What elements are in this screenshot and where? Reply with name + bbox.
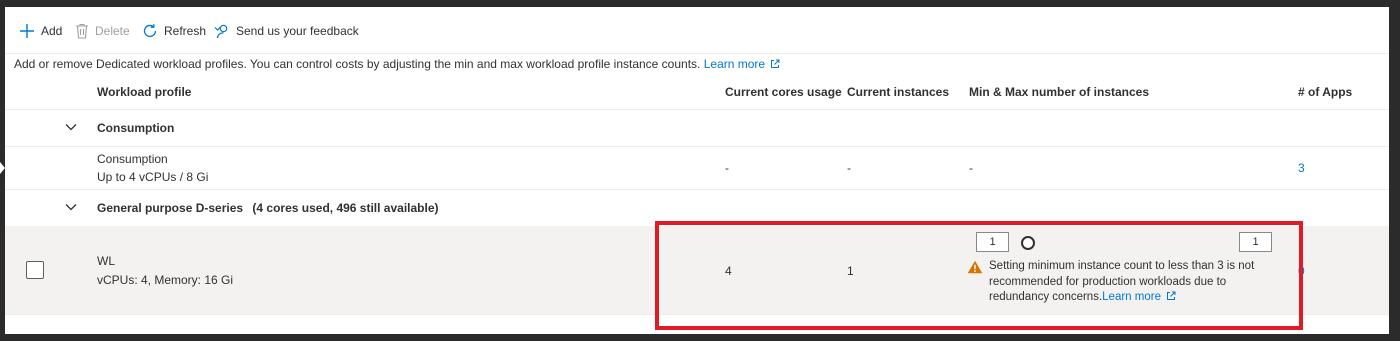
group-header-general-purpose[interactable]: General purpose D-series (4 cores used, … bbox=[5, 190, 1389, 227]
max-instances-input[interactable]: 1 bbox=[1239, 232, 1272, 252]
header-workload-profile[interactable]: Workload profile bbox=[97, 85, 191, 99]
feedback-button-label: Send us your feedback bbox=[236, 24, 359, 38]
delete-button-label: Delete bbox=[95, 24, 130, 38]
group-title: General purpose D-series bbox=[97, 201, 244, 215]
refresh-button-label: Refresh bbox=[164, 24, 207, 38]
min-instances-input[interactable]: 1 bbox=[976, 232, 1009, 252]
table-row-wl[interactable]: WL vCPUs: 4, Memory: 16 Gi 4 1 1 1 Setti… bbox=[5, 226, 1389, 315]
header-current-instances[interactable]: Current instances bbox=[847, 85, 949, 99]
instances-value: - bbox=[847, 161, 851, 175]
instances-value: 1 bbox=[847, 264, 854, 278]
profile-name: WL bbox=[97, 254, 115, 268]
cores-value: 4 bbox=[725, 264, 732, 278]
header-apps[interactable]: # of Apps bbox=[1298, 85, 1352, 99]
chevron-down-icon[interactable] bbox=[65, 203, 77, 211]
apps-count-link[interactable]: 3 bbox=[1298, 161, 1305, 175]
table-row[interactable]: Consumption Up to 4 vCPUs / 8 Gi - - - 3 bbox=[5, 146, 1389, 190]
row-select-checkbox[interactable] bbox=[26, 261, 44, 279]
warning-icon bbox=[967, 260, 983, 274]
minmax-value: - bbox=[969, 161, 973, 175]
group-header-consumption[interactable]: Consumption bbox=[5, 110, 1389, 147]
feedback-button[interactable]: Send us your feedback bbox=[214, 21, 359, 41]
add-button[interactable]: Add bbox=[19, 21, 62, 41]
min-slider-thumb[interactable] bbox=[1021, 236, 1035, 250]
plus-icon bbox=[20, 24, 34, 38]
group-title: Consumption bbox=[97, 121, 175, 135]
warning-learn-more-label: Learn more bbox=[1102, 291, 1161, 303]
delete-button[interactable]: Delete bbox=[75, 21, 130, 41]
warning-learn-more-link[interactable]: Learn more bbox=[1102, 291, 1176, 303]
group-subtitle: (4 cores used, 496 still available) bbox=[252, 201, 439, 215]
external-link-icon bbox=[771, 59, 780, 68]
header-min-max[interactable]: Min & Max number of instances bbox=[969, 85, 1149, 99]
warning-text-block: Setting minimum instance count to less t… bbox=[989, 259, 1281, 306]
learn-more-label: Learn more bbox=[703, 57, 766, 71]
add-button-label: Add bbox=[41, 24, 63, 38]
group-title-wrap: General purpose D-series (4 cores used, … bbox=[97, 201, 439, 215]
table-header: Workload profile Current cores usage Cur… bbox=[5, 79, 1389, 110]
feedback-icon bbox=[214, 24, 228, 39]
refresh-button[interactable]: Refresh bbox=[142, 21, 206, 41]
chevron-down-icon[interactable] bbox=[65, 123, 77, 131]
profile-spec: Up to 4 vCPUs / 8 Gi bbox=[97, 170, 209, 184]
cores-value: - bbox=[725, 161, 729, 175]
header-current-cores[interactable]: Current cores usage bbox=[725, 85, 842, 99]
description-body: Add or remove Dedicated workload profile… bbox=[14, 57, 701, 71]
workload-profiles-panel: Add Delete Refresh Send us your feedback… bbox=[5, 7, 1389, 334]
panel-edge-marker bbox=[0, 162, 5, 174]
command-bar: Add Delete Refresh Send us your feedback bbox=[5, 7, 1389, 54]
external-link-icon bbox=[1166, 291, 1176, 300]
profile-name: Consumption bbox=[97, 152, 168, 166]
apps-count-link[interactable]: 0 bbox=[1298, 264, 1305, 278]
profile-spec: vCPUs: 4, Memory: 16 Gi bbox=[97, 273, 234, 287]
trash-icon bbox=[76, 23, 88, 39]
learn-more-link[interactable]: Learn more bbox=[704, 57, 780, 71]
description-text: Add or remove Dedicated workload profile… bbox=[14, 57, 780, 71]
refresh-icon bbox=[143, 24, 157, 38]
